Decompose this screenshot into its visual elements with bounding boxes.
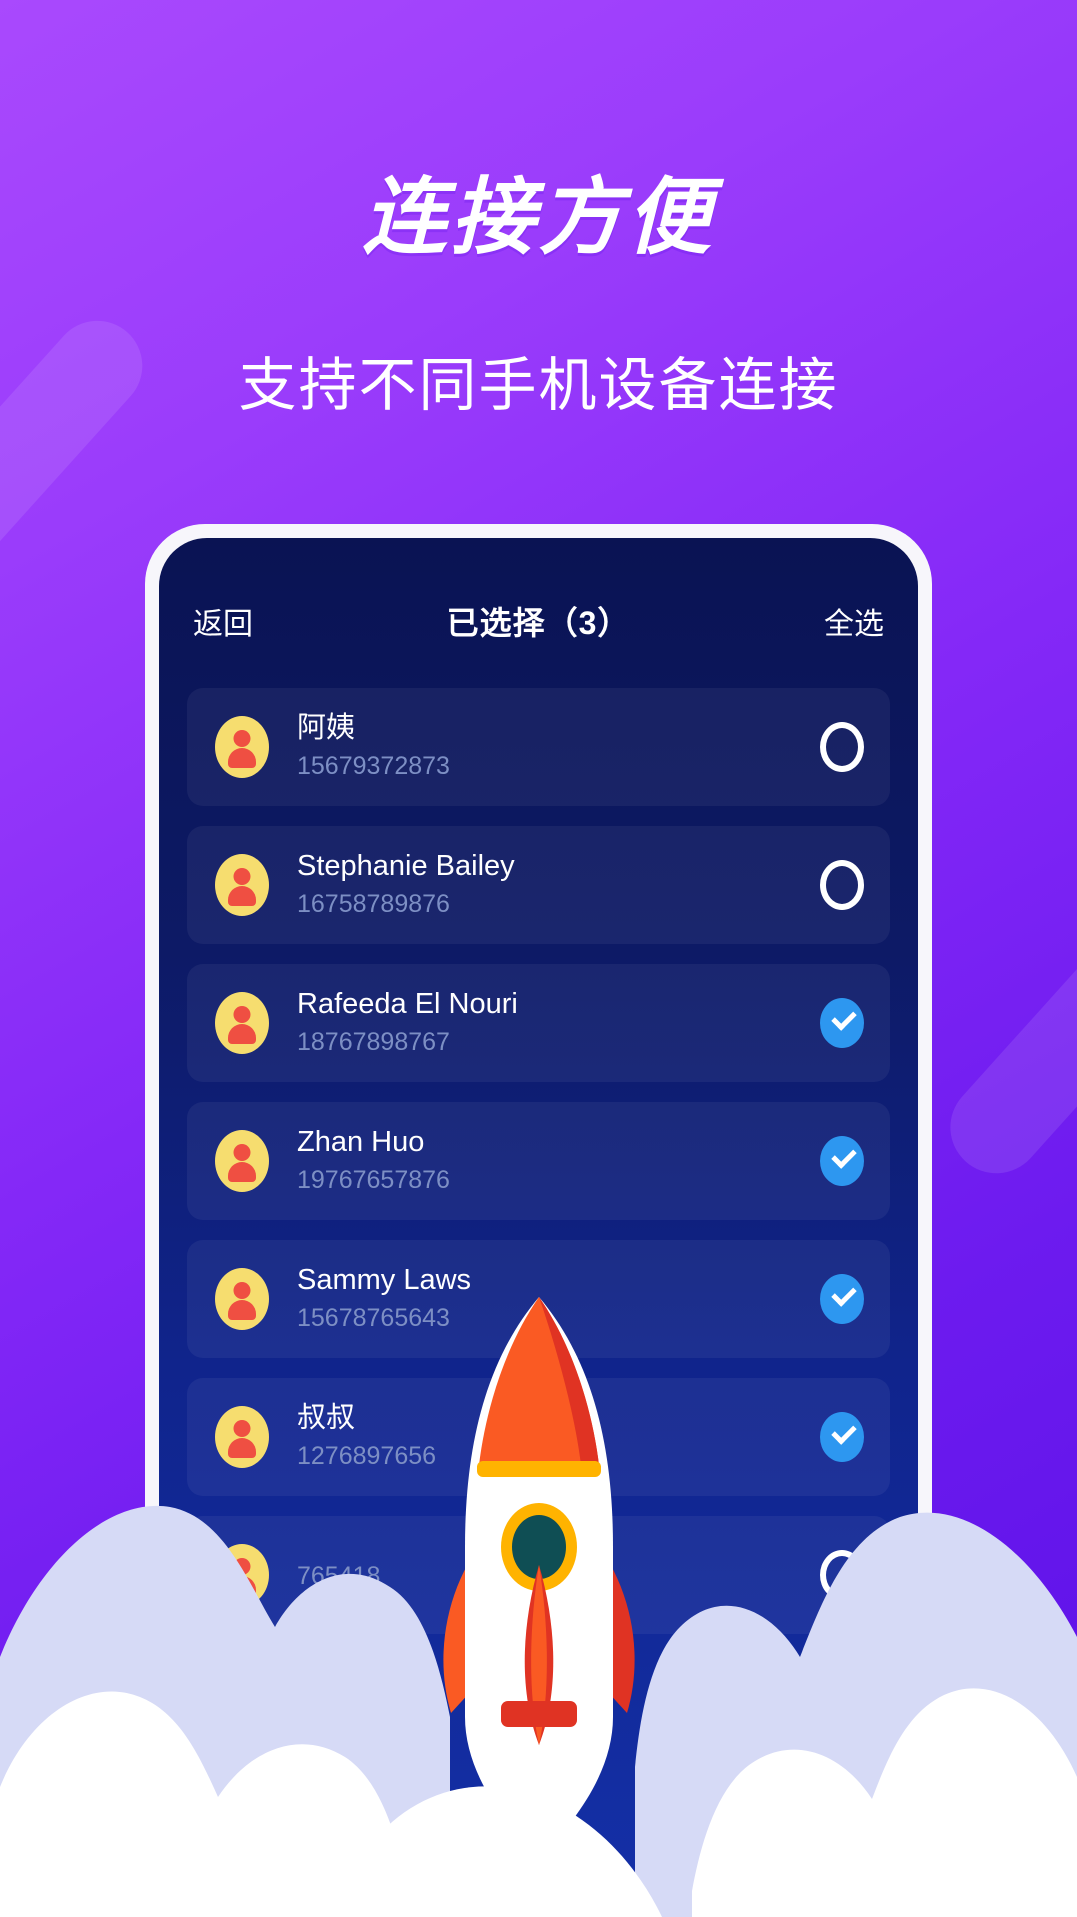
contact-text: 叔叔 1276897656 [297, 1400, 820, 1474]
promo-banner: 连接方便 支持不同手机设备连接 返回 已选择（3） 全选 阿姨 156793728… [0, 0, 1077, 1917]
phone-mockup: 返回 已选择（3） 全选 阿姨 15679372873 Stephanie Bail… [145, 524, 932, 1917]
contact-text: Zhan Huo 19767657876 [297, 1124, 820, 1198]
contact-text: 765418 [297, 1556, 820, 1594]
contact-name: 阿姨 [297, 710, 820, 746]
checkbox-unchecked-icon[interactable] [820, 1550, 864, 1600]
contact-text: Stephanie Bailey 16758789876 [297, 848, 820, 922]
contact-row[interactable]: 765418 [187, 1516, 890, 1634]
contact-phone: 765418 [297, 1560, 820, 1594]
promo-headline: 连接方便 [0, 150, 1077, 271]
promo-subheadline: 支持不同手机设备连接 [0, 338, 1077, 422]
phone-screen: 返回 已选择（3） 全选 阿姨 15679372873 Stephanie Bail… [159, 538, 918, 1917]
contact-name: Rafeeda El Nouri [297, 986, 820, 1022]
contact-phone: 18767898767 [297, 1026, 820, 1060]
contact-phone: 15679372873 [297, 750, 820, 784]
checkbox-checked-icon[interactable] [820, 1412, 864, 1462]
checkbox-checked-icon[interactable] [820, 998, 864, 1048]
contact-name: 叔叔 [297, 1400, 820, 1436]
contact-phone: 19767657876 [297, 1164, 820, 1198]
contact-list: 阿姨 15679372873 Stephanie Bailey 16758789876… [159, 688, 918, 1654]
contact-name: Sammy Laws [297, 1262, 820, 1298]
checkbox-unchecked-icon[interactable] [820, 860, 864, 910]
avatar-icon [215, 992, 269, 1054]
diagonal-bar-decoration-right [931, 908, 1077, 1193]
contact-text: Sammy Laws 15678765643 [297, 1262, 820, 1336]
avatar-icon [215, 1544, 269, 1606]
contact-row[interactable]: Stephanie Bailey 16758789876 [187, 826, 890, 944]
checkbox-unchecked-icon[interactable] [820, 722, 864, 772]
contact-phone: 15678765643 [297, 1302, 820, 1336]
contact-row[interactable]: 叔叔 1276897656 [187, 1378, 890, 1496]
avatar-icon [215, 1268, 269, 1330]
contact-name: Stephanie Bailey [297, 848, 820, 884]
page-title: 已选择（3） [253, 598, 824, 644]
back-button[interactable]: 返回 [193, 599, 253, 643]
contact-row[interactable]: Sammy Laws 15678765643 [187, 1240, 890, 1358]
avatar-icon [215, 854, 269, 916]
contact-row[interactable]: Rafeeda El Nouri 18767898767 [187, 964, 890, 1082]
contact-row[interactable]: Zhan Huo 19767657876 [187, 1102, 890, 1220]
contact-phone: 16758789876 [297, 888, 820, 922]
contact-phone: 1276897656 [297, 1440, 820, 1474]
contact-text: 阿姨 15679372873 [297, 710, 820, 784]
checkbox-checked-icon[interactable] [820, 1274, 864, 1324]
avatar-icon [215, 716, 269, 778]
avatar-icon [215, 1406, 269, 1468]
contact-text: Rafeeda El Nouri 18767898767 [297, 986, 820, 1060]
select-all-button[interactable]: 全选 [824, 599, 884, 643]
contact-name: Zhan Huo [297, 1124, 820, 1160]
checkbox-checked-icon[interactable] [820, 1136, 864, 1186]
app-header: 返回 已选择（3） 全选 [159, 586, 918, 656]
avatar-icon [215, 1130, 269, 1192]
contact-row[interactable]: 阿姨 15679372873 [187, 688, 890, 806]
